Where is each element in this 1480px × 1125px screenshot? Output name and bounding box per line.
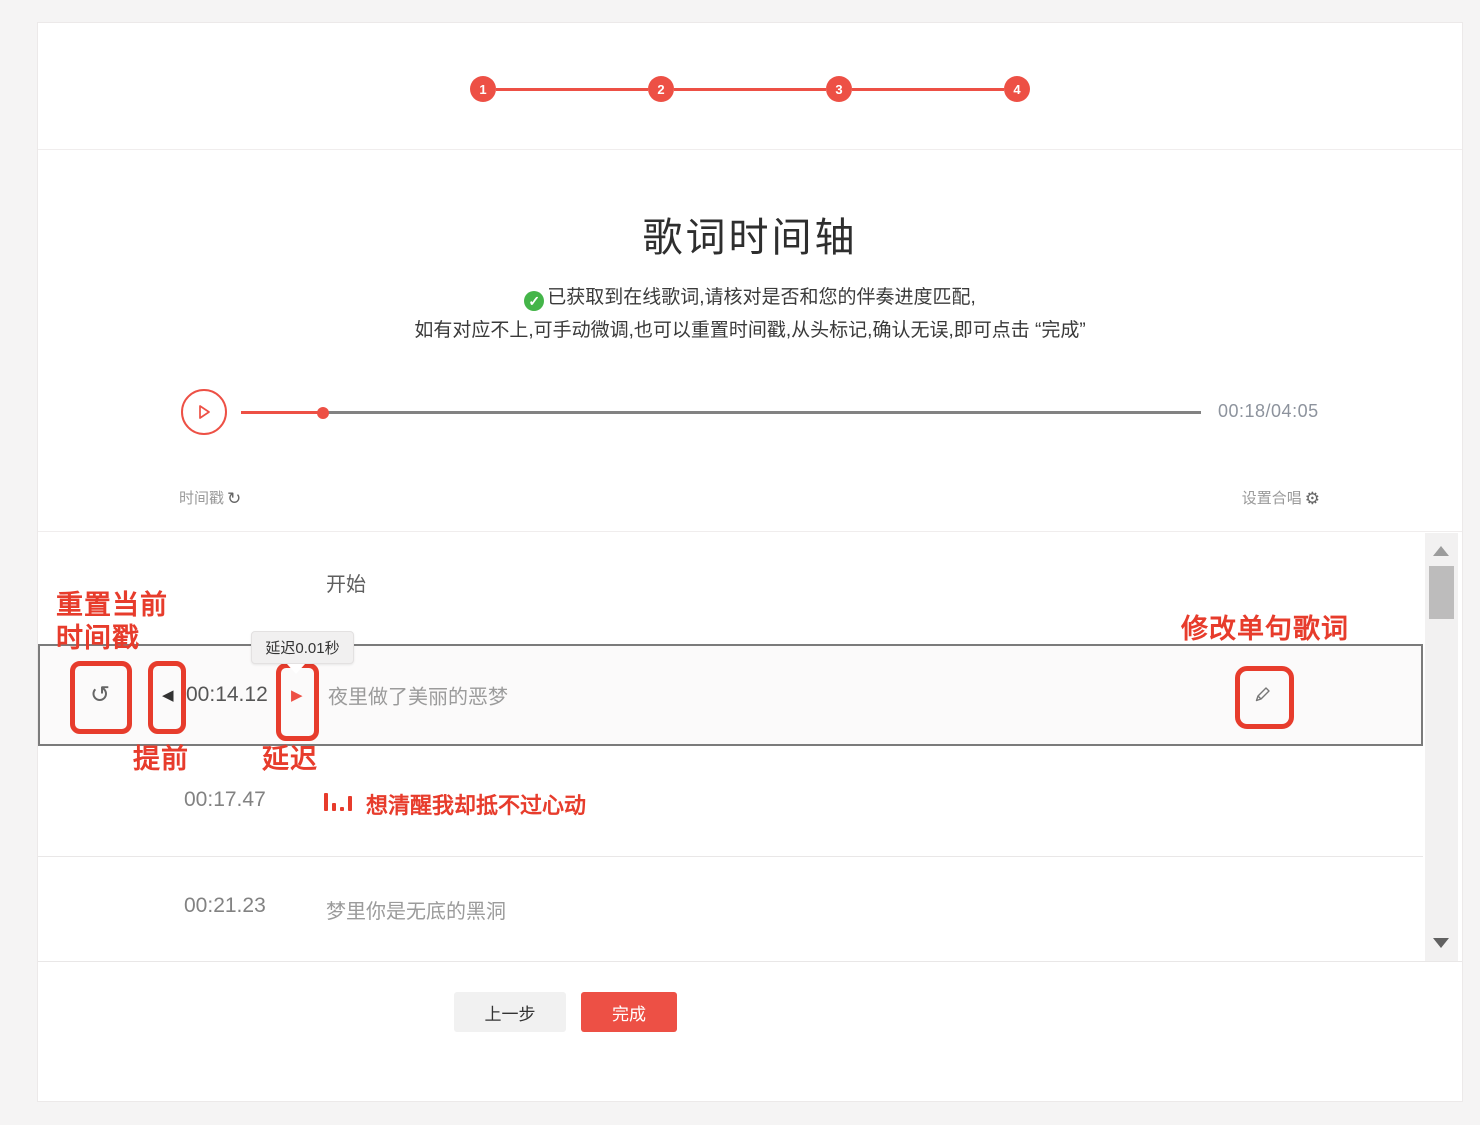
progress-track[interactable] bbox=[241, 411, 1201, 414]
lyric-row[interactable]: 00:21.23 梦里你是无底的黑洞 bbox=[38, 856, 1423, 961]
row-timestamp: 00:17.47 bbox=[184, 788, 266, 812]
playing-bars-icon bbox=[324, 791, 356, 811]
edit-lyric-button[interactable] bbox=[1252, 685, 1272, 705]
time-display: 00:18/04:05 bbox=[1218, 401, 1319, 422]
play-button[interactable] bbox=[181, 389, 227, 435]
refresh-icon: ↻ bbox=[227, 489, 241, 508]
page-title: 歌词时间轴 bbox=[38, 205, 1462, 263]
step-4: 4 bbox=[1004, 76, 1030, 102]
timestamp-label: 时间戳 bbox=[179, 490, 224, 507]
stepper-line bbox=[496, 88, 648, 91]
finish-button[interactable]: 完成 bbox=[581, 992, 677, 1032]
lyric-row[interactable]: 00:17.47 bbox=[38, 746, 1423, 856]
delay-tooltip: 延迟0.01秒 bbox=[251, 631, 354, 664]
step-2: 2 bbox=[648, 76, 674, 102]
chorus-label: 设置合唱 bbox=[1242, 490, 1302, 507]
scrollbar-track[interactable] bbox=[1425, 533, 1458, 961]
annotation-edit-lyric: 修改单句歌词 bbox=[1181, 607, 1349, 646]
step-3: 3 bbox=[826, 76, 852, 102]
annotation-reset-timestamp: 重置当前 时间戳 bbox=[56, 589, 168, 655]
stepper-line bbox=[674, 88, 826, 91]
play-icon bbox=[195, 402, 213, 422]
annotation-delay: 延迟 bbox=[262, 737, 318, 776]
subtitle-line-1: 已获取到在线歌词,请核对是否和您的伴奏进度匹配, bbox=[547, 287, 976, 308]
active-row-timestamp: 00:14.12 bbox=[186, 683, 268, 707]
progress-handle[interactable] bbox=[317, 407, 329, 419]
main-card: 1 2 3 4 歌词时间轴 ✓已获取到在线歌词,请核对是否和您的伴奏进度匹配, … bbox=[37, 22, 1463, 1102]
subtitle: ✓已获取到在线歌词,请核对是否和您的伴奏进度匹配, 如有对应不上,可手动微调,也… bbox=[38, 281, 1462, 347]
annotation-advance: 提前 bbox=[133, 737, 189, 776]
reset-timestamp-button[interactable]: ↺ bbox=[90, 681, 110, 710]
section-divider bbox=[38, 149, 1462, 150]
lyric-start-label: 开始 bbox=[326, 568, 366, 597]
annotation-reset-line2: 时间戳 bbox=[56, 622, 168, 655]
scrollbar-thumb[interactable] bbox=[1429, 566, 1454, 619]
subtitle-line-2: 如有对应不上,可手动微调,也可以重置时间戳,从头标记,确认无误,即可点击 “完成… bbox=[38, 314, 1462, 347]
scroll-up-arrow-icon[interactable] bbox=[1433, 546, 1449, 556]
row-timestamp: 00:21.23 bbox=[184, 894, 266, 918]
step-1: 1 bbox=[470, 76, 496, 102]
chorus-settings[interactable]: 设置合唱⚙ bbox=[1242, 487, 1320, 509]
progress-played bbox=[241, 411, 323, 414]
timestamp-reset-all[interactable]: 时间戳↻ bbox=[179, 487, 241, 509]
previous-step-button[interactable]: 上一步 bbox=[454, 992, 566, 1032]
row-lyric-playing: 想清醒我却抵不过心动 bbox=[366, 788, 586, 820]
scroll-down-arrow-icon[interactable] bbox=[1433, 938, 1449, 948]
row-lyric: 梦里你是无底的黑洞 bbox=[326, 895, 506, 924]
section-divider bbox=[38, 531, 1462, 532]
active-lyric-row[interactable]: ↺ ◀ 00:14.12 ▶ 夜里做了美丽的恶梦 bbox=[38, 644, 1423, 746]
tooltip-caret bbox=[287, 664, 305, 674]
stepper-line bbox=[852, 88, 1004, 91]
pencil-icon bbox=[1252, 685, 1272, 705]
gear-icon: ⚙ bbox=[1305, 489, 1320, 508]
success-check-icon: ✓ bbox=[524, 291, 544, 311]
delay-arrow-button[interactable]: ▶ bbox=[291, 686, 303, 704]
active-row-lyric: 夜里做了美丽的恶梦 bbox=[328, 681, 508, 710]
annotation-reset-line1: 重置当前 bbox=[56, 589, 168, 622]
advance-arrow-button[interactable]: ◀ bbox=[162, 686, 174, 704]
section-divider bbox=[38, 961, 1462, 962]
